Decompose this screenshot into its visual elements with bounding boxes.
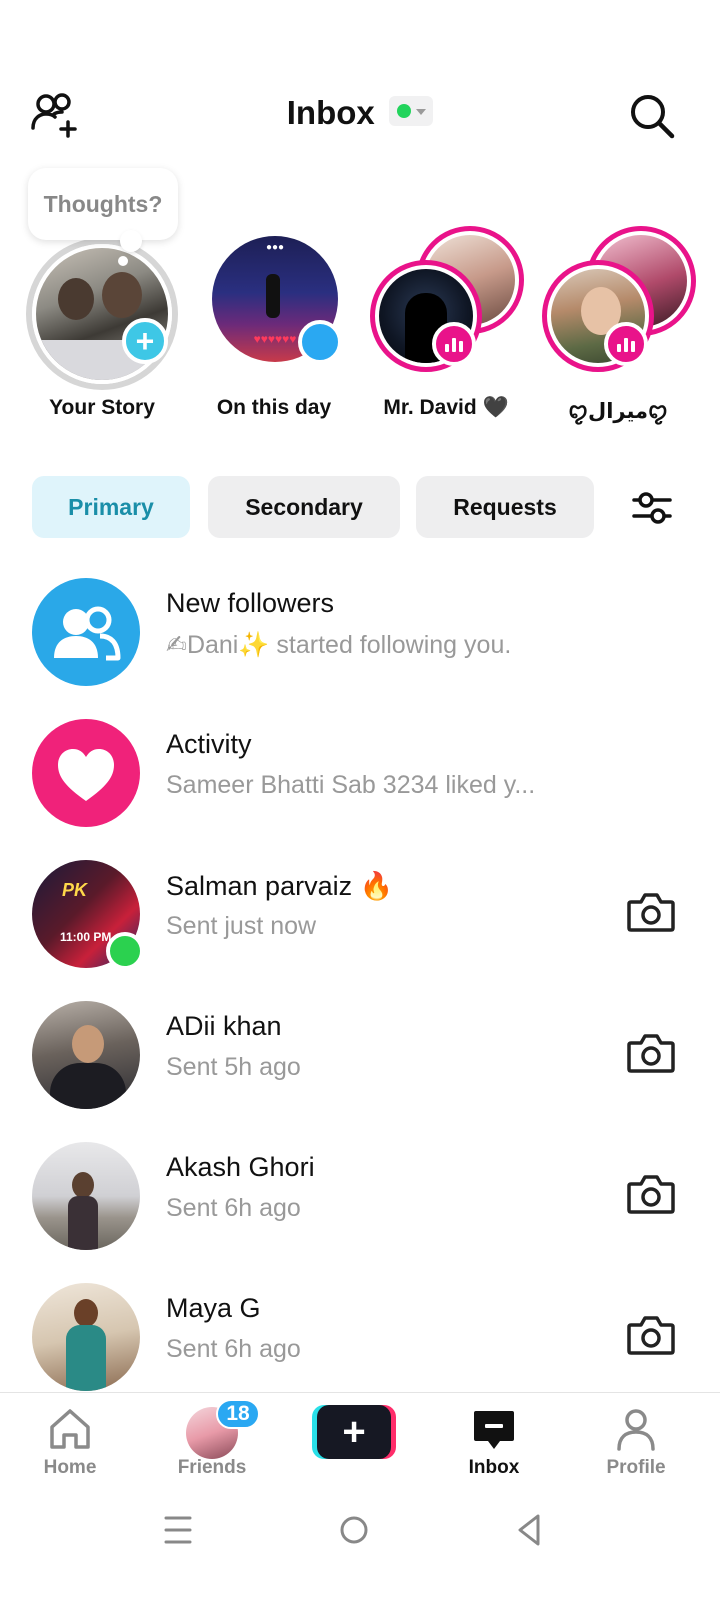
thoughts-bubble[interactable]: Thoughts? <box>28 168 178 252</box>
story-ring <box>26 238 178 390</box>
live-stats-icon <box>432 322 476 366</box>
conversation-title: ADii khan <box>166 1011 282 1041</box>
create-button[interactable]: + <box>312 1405 396 1459</box>
home-circle-icon[interactable] <box>324 1510 384 1550</box>
conversation-title: Activity <box>166 729 252 759</box>
conversation-preview: Sent 5h ago <box>166 1053 301 1081</box>
list-item-akash[interactable]: Akash Ghori Sent 6h ago <box>0 1130 720 1260</box>
conversation-preview: Sent 6h ago <box>166 1335 301 1363</box>
thoughts-text: Thoughts? <box>43 190 163 217</box>
inbox-tabs: Primary Secondary Requests <box>32 476 692 540</box>
system-nav-bar <box>0 1492 720 1600</box>
heart-icon <box>58 749 114 801</box>
list-item-salman[interactable]: PK 11:00 PM Salman parvaiz 🔥 Sent just n… <box>0 848 720 978</box>
nav-friends[interactable]: 18 Friends <box>152 1399 272 1485</box>
story-meral[interactable]: ꨄ︎ميرالꨄ︎ <box>532 220 704 430</box>
profile-icon <box>617 1409 655 1451</box>
story-your-story[interactable]: + Your Story <box>16 220 188 430</box>
online-status-icon <box>106 932 144 970</box>
conversation-title: Salman parvaiz 🔥 <box>166 871 394 901</box>
followers-icon <box>54 606 121 661</box>
story-label: Mr. David 🖤 <box>383 396 509 419</box>
conversation-preview: Sent 6h ago <box>166 1194 301 1222</box>
stories-row: + Your Story ●●● ♥♥♥♥♥♥ On this day Mr. … <box>0 220 720 430</box>
status-selector[interactable] <box>389 96 434 126</box>
avatar <box>32 578 140 686</box>
conversation-preview: ✍Dani✨ started following you. <box>166 631 512 659</box>
plus-icon: + <box>317 1405 391 1459</box>
back-icon[interactable] <box>500 1510 560 1550</box>
nav-label: Friends <box>177 1457 247 1478</box>
list-item-maya[interactable]: Maya G Sent 6h ago <box>0 1271 720 1401</box>
filter-sliders-icon[interactable] <box>632 488 672 528</box>
title-group: Inbox <box>0 94 720 132</box>
camera-icon[interactable] <box>626 890 676 934</box>
avatar <box>32 1001 140 1109</box>
nav-label: Profile <box>606 1457 666 1478</box>
caret-down-icon <box>416 109 427 115</box>
avatar <box>32 1142 140 1250</box>
inbox-header: Inbox <box>0 70 720 160</box>
conversation-preview: Sent just now <box>166 912 317 940</box>
page-title: Inbox <box>286 94 375 131</box>
recent-apps-icon[interactable] <box>148 1510 208 1550</box>
nav-profile[interactable]: Profile <box>576 1405 696 1485</box>
camera-icon[interactable] <box>626 1031 676 1075</box>
tab-requests[interactable]: Requests <box>416 476 594 538</box>
search-icon[interactable] <box>628 92 676 140</box>
story-on-this-day[interactable]: ●●● ♥♥♥♥♥♥ On this day <box>188 220 360 430</box>
memory-badge-icon <box>298 320 342 364</box>
bottom-nav: Home 18 Friends + Inbox Profile <box>0 1392 720 1492</box>
list-item-activity[interactable]: Activity Sameer Bhatti Sab 3234 liked y.… <box>0 707 720 837</box>
conversation-title: Akash Ghori <box>166 1152 315 1182</box>
friends-count-badge: 18 <box>216 1399 260 1429</box>
nav-home[interactable]: Home <box>10 1405 130 1485</box>
bubble-tail-dot <box>118 256 128 266</box>
camera-icon[interactable] <box>626 1313 676 1357</box>
nav-label: Home <box>43 1457 97 1478</box>
home-icon <box>50 1409 90 1449</box>
avatar <box>32 719 140 827</box>
list-item-new-followers[interactable]: New followers ✍Dani✨ started following y… <box>0 566 720 696</box>
inbox-icon <box>474 1411 514 1449</box>
camera-icon[interactable] <box>626 1172 676 1216</box>
nav-inbox[interactable]: Inbox <box>434 1405 554 1485</box>
story-mr-david[interactable]: Mr. David 🖤 <box>360 220 532 430</box>
tab-secondary[interactable]: Secondary <box>208 476 400 538</box>
conversation-title: Maya G <box>166 1293 261 1323</box>
avatar <box>32 1283 140 1391</box>
nav-label: Inbox <box>468 1457 520 1478</box>
list-item-adii[interactable]: ADii khan Sent 5h ago <box>0 989 720 1119</box>
story-label: On this day <box>216 396 332 419</box>
add-story-icon[interactable]: + <box>122 318 168 364</box>
story-label: ꨄ︎ميرالꨄ︎ <box>568 400 668 423</box>
live-stats-icon <box>604 322 648 366</box>
online-status-icon <box>397 104 412 118</box>
story-label: Your Story <box>49 396 155 419</box>
conversation-preview: Sameer Bhatti Sab 3234 liked y... <box>166 771 536 799</box>
conversation-title: New followers <box>166 588 335 618</box>
tab-primary[interactable]: Primary <box>32 476 190 538</box>
